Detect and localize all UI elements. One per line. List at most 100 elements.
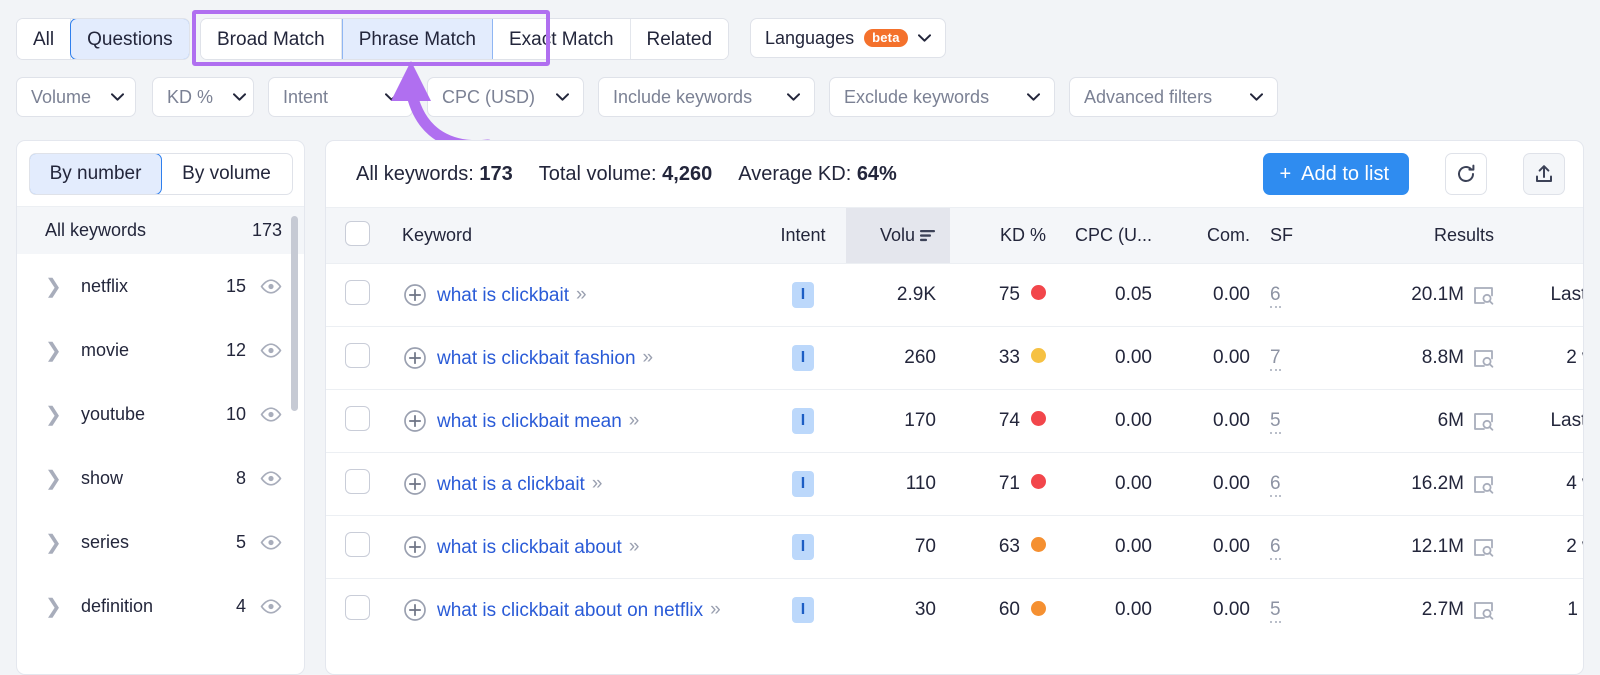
keyword-expand-icon[interactable]: »: [710, 599, 719, 621]
sidebar-group-item[interactable]: ❯netflix15: [17, 254, 304, 318]
keyword-expand-icon[interactable]: »: [592, 473, 601, 495]
intent-badge[interactable]: I: [792, 597, 814, 623]
keyword-type-toggle[interactable]: All Questions: [16, 18, 190, 60]
visibility-icon[interactable]: [260, 471, 282, 486]
intent-filter[interactable]: Intent: [268, 77, 413, 117]
kd-filter[interactable]: KD %: [152, 77, 254, 117]
keyword-expand-icon[interactable]: »: [629, 410, 638, 432]
sidebar-group-item[interactable]: ❯definition4: [17, 574, 304, 638]
intent-badge[interactable]: I: [792, 471, 814, 497]
exclude-keywords-filter[interactable]: Exclude keywords: [829, 77, 1055, 117]
keyword-expand-icon[interactable]: »: [643, 347, 652, 369]
sf-value[interactable]: 6: [1270, 473, 1281, 497]
match-type-toggle[interactable]: Broad Match Phrase Match Exact Match Rel…: [200, 18, 729, 60]
row-checkbox[interactable]: [345, 280, 370, 305]
row-checkbox[interactable]: [345, 469, 370, 494]
header-intent[interactable]: Intent: [760, 208, 846, 264]
header-volume[interactable]: Volu: [846, 208, 950, 264]
sidebar-group-item[interactable]: ❯series5: [17, 510, 304, 574]
header-results[interactable]: Results: [1334, 208, 1502, 264]
tab-broad-match[interactable]: Broad Match: [201, 19, 342, 59]
keyword-link[interactable]: what is a clickbait: [437, 472, 585, 497]
advanced-filters[interactable]: Advanced filters: [1069, 77, 1278, 117]
add-keyword-icon[interactable]: [403, 598, 427, 622]
intent-badge[interactable]: I: [792, 408, 814, 434]
header-com[interactable]: Com.: [1164, 208, 1256, 264]
sidebar-scrollbar[interactable]: [291, 216, 298, 411]
visibility-icon[interactable]: [260, 343, 282, 358]
serp-preview-icon[interactable]: [1473, 601, 1494, 620]
intent-badge[interactable]: I: [792, 282, 814, 308]
add-keyword-icon[interactable]: [403, 346, 427, 370]
export-button[interactable]: [1523, 153, 1565, 195]
tab-exact-match[interactable]: Exact Match: [493, 19, 631, 59]
sf-value[interactable]: 5: [1270, 410, 1281, 434]
table-row[interactable]: what is clickbait about on netflix»I3060…: [326, 579, 1584, 642]
table-row[interactable]: what is clickbait»I2.9K750.050.00620.1ML…: [326, 264, 1584, 327]
sidebar-item-all-keywords[interactable]: All keywords 173: [17, 206, 304, 254]
table-row[interactable]: what is clickbait mean»I170740.000.0056M…: [326, 390, 1584, 453]
chevron-right-icon[interactable]: ❯: [45, 338, 61, 363]
cpc-filter[interactable]: CPC (USD): [427, 77, 584, 117]
serp-preview-icon[interactable]: [1473, 286, 1494, 305]
sidebar-group-item[interactable]: ❯show8: [17, 446, 304, 510]
header-updated[interactable]: Updated: [1502, 208, 1584, 264]
add-to-list-button[interactable]: + Add to list: [1263, 153, 1409, 195]
chevron-right-icon[interactable]: ❯: [45, 530, 61, 555]
select-all-checkbox[interactable]: [345, 221, 370, 246]
chevron-right-icon[interactable]: ❯: [45, 466, 61, 491]
visibility-icon[interactable]: [260, 407, 282, 422]
header-keyword[interactable]: Keyword: [388, 208, 760, 264]
table-row[interactable]: what is clickbait fashion»I260330.000.00…: [326, 327, 1584, 390]
sf-value[interactable]: 6: [1270, 284, 1281, 308]
sf-value[interactable]: 6: [1270, 536, 1281, 560]
serp-preview-icon[interactable]: [1473, 412, 1494, 431]
tab-phrase-match[interactable]: Phrase Match: [342, 19, 493, 59]
serp-preview-icon[interactable]: [1473, 475, 1494, 494]
row-checkbox[interactable]: [345, 532, 370, 557]
serp-preview-icon[interactable]: [1473, 538, 1494, 557]
row-checkbox[interactable]: [345, 595, 370, 620]
add-keyword-icon[interactable]: [403, 283, 427, 307]
include-keywords-filter[interactable]: Include keywords: [598, 77, 815, 117]
sidebar-toggle-by-number[interactable]: By number: [29, 153, 162, 195]
header-cpc[interactable]: CPC (U...: [1054, 208, 1164, 264]
keyword-expand-icon[interactable]: »: [576, 284, 585, 306]
refresh-button[interactable]: [1445, 153, 1487, 195]
toggle-all[interactable]: All: [17, 19, 71, 59]
sf-value[interactable]: 7: [1270, 347, 1281, 371]
table-row[interactable]: what is a clickbait»I110710.000.00616.2M…: [326, 453, 1584, 516]
keyword-link[interactable]: what is clickbait mean: [437, 409, 622, 434]
visibility-icon[interactable]: [260, 279, 282, 294]
visibility-icon[interactable]: [260, 535, 282, 550]
keyword-link[interactable]: what is clickbait about: [437, 535, 622, 560]
add-keyword-icon[interactable]: [403, 409, 427, 433]
row-checkbox[interactable]: [345, 406, 370, 431]
keyword-expand-icon[interactable]: »: [629, 536, 638, 558]
serp-preview-icon[interactable]: [1473, 349, 1494, 368]
keyword-link[interactable]: what is clickbait fashion: [437, 346, 636, 371]
toggle-questions[interactable]: Questions: [70, 18, 190, 60]
header-sf[interactable]: SF: [1256, 208, 1334, 264]
add-keyword-icon[interactable]: [403, 535, 427, 559]
chevron-right-icon[interactable]: ❯: [45, 274, 61, 299]
sidebar-group-item[interactable]: ❯youtube10: [17, 382, 304, 446]
volume-filter[interactable]: Volume: [16, 77, 136, 117]
chevron-right-icon[interactable]: ❯: [45, 402, 61, 427]
keyword-link[interactable]: what is clickbait: [437, 283, 569, 308]
intent-badge[interactable]: I: [792, 534, 814, 560]
row-checkbox[interactable]: [345, 343, 370, 368]
sidebar-group-item[interactable]: ❯movie12: [17, 318, 304, 382]
header-kd[interactable]: KD %: [950, 208, 1054, 264]
languages-filter[interactable]: Languages beta: [750, 18, 946, 58]
visibility-icon[interactable]: [260, 599, 282, 614]
table-row[interactable]: what is clickbait about»I70630.000.00612…: [326, 516, 1584, 579]
sf-value[interactable]: 5: [1270, 599, 1281, 623]
sidebar-sort-toggle[interactable]: By number By volume: [29, 153, 293, 195]
sidebar-toggle-by-volume[interactable]: By volume: [161, 154, 292, 194]
tab-related[interactable]: Related: [631, 19, 729, 59]
chevron-right-icon[interactable]: ❯: [45, 594, 61, 619]
add-keyword-icon[interactable]: [403, 472, 427, 496]
intent-badge[interactable]: I: [792, 345, 814, 371]
keyword-link[interactable]: what is clickbait about on netflix: [437, 598, 703, 623]
